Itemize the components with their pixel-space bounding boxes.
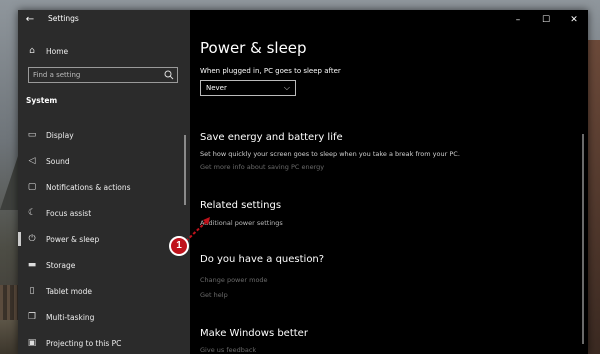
sidebar-item-label: Storage	[46, 260, 76, 270]
sidebar-item-sound[interactable]: ◁ Sound	[18, 148, 190, 174]
save-energy-link[interactable]: Get more info about saving PC energy	[200, 163, 324, 171]
change-power-mode-link[interactable]: Change power mode	[200, 276, 268, 284]
make-windows-better-heading: Make Windows better	[200, 328, 308, 339]
tablet-icon: ▯	[29, 286, 35, 296]
sidebar-item-tablet-mode[interactable]: ▯ Tablet mode	[18, 278, 190, 304]
question-heading: Do you have a question?	[200, 254, 325, 265]
sidebar-item-projecting-to-this-pc[interactable]: ▣ Projecting to this PC	[18, 330, 190, 354]
feedback-link[interactable]: Give us feedback	[200, 346, 256, 354]
annotation-arrow-icon	[185, 217, 210, 242]
section-title: System	[26, 96, 58, 105]
sidebar-item-storage[interactable]: ▬ Storage	[18, 252, 190, 278]
main-content: Power & sleep When plugged in, PC goes t…	[190, 10, 588, 354]
sleep-dropdown[interactable]: Never ⌵	[200, 80, 296, 96]
wallpaper-tree	[586, 40, 600, 354]
moon-icon: ☾	[27, 208, 37, 218]
main-scrollbar[interactable]	[582, 134, 584, 344]
multitask-icon: ❐	[27, 312, 37, 322]
back-button[interactable]: ←	[24, 14, 36, 26]
save-energy-heading: Save energy and battery life	[200, 132, 343, 143]
page-title: Power & sleep	[200, 39, 307, 57]
search-box[interactable]	[28, 67, 178, 83]
power-icon: ⏻	[28, 234, 36, 244]
sidebar-item-multi-tasking[interactable]: ❐ Multi-tasking	[18, 304, 190, 330]
sidebar: ⌂ Home System ▭ Display ◁ Sound ▢ Notificatio…	[18, 10, 190, 354]
get-help-link[interactable]: Get help	[200, 291, 228, 299]
sidebar-item-label: Notifications & actions	[46, 182, 131, 192]
sidebar-item-notifications-actions[interactable]: ▢ Notifications & actions	[18, 174, 190, 200]
related-settings-heading: Related settings	[200, 200, 282, 211]
search-input[interactable]	[33, 69, 161, 81]
sidebar-item-label: Focus assist	[46, 208, 92, 218]
sidebar-item-display[interactable]: ▭ Display	[18, 122, 190, 148]
plugged-in-sleep-label: When plugged in, PC goes to sleep after	[200, 67, 341, 75]
sidebar-item-power-sleep[interactable]: ⏻ Power & sleep	[18, 226, 190, 252]
speaker-icon: ◁	[28, 156, 36, 166]
sidebar-item-home[interactable]: ⌂ Home	[18, 42, 190, 60]
sidebar-scrollbar[interactable]	[184, 135, 186, 205]
sidebar-item-label: Power & sleep	[46, 234, 100, 244]
sidebar-item-label: Tablet mode	[46, 286, 92, 296]
monitor-icon: ▭	[27, 130, 37, 140]
annotation-badge: 1	[169, 236, 189, 256]
sidebar-item-focus-assist[interactable]: ☾ Focus assist	[18, 200, 190, 226]
chevron-down-icon: ⌵	[283, 83, 290, 92]
sidebar-item-label: Display	[46, 130, 74, 140]
app-title: Settings	[48, 14, 79, 23]
back-arrow-icon: ←	[25, 14, 35, 25]
sidebar-item-label: Multi-tasking	[46, 312, 95, 322]
sleep-dropdown-value: Never	[206, 84, 227, 92]
search-icon[interactable]	[164, 70, 174, 80]
home-icon: ⌂	[29, 46, 35, 56]
settings-window: ⌂ Home System ▭ Display ◁ Sound ▢ Notificatio…	[18, 10, 588, 354]
sidebar-item-label: Sound	[46, 156, 70, 166]
sidebar-nav: ▭ Display ◁ Sound ▢ Notifications & actions ☾ F…	[18, 122, 190, 354]
save-energy-description: Set how quickly your screen goes to slee…	[200, 150, 460, 158]
sidebar-item-label: Projecting to this PC	[46, 338, 122, 348]
storage-icon: ▬	[27, 260, 37, 270]
sidebar-item-label: Home	[46, 46, 69, 56]
wallpaper-fence	[0, 285, 18, 325]
notification-icon: ▢	[27, 182, 37, 192]
project-icon: ▣	[27, 338, 37, 348]
